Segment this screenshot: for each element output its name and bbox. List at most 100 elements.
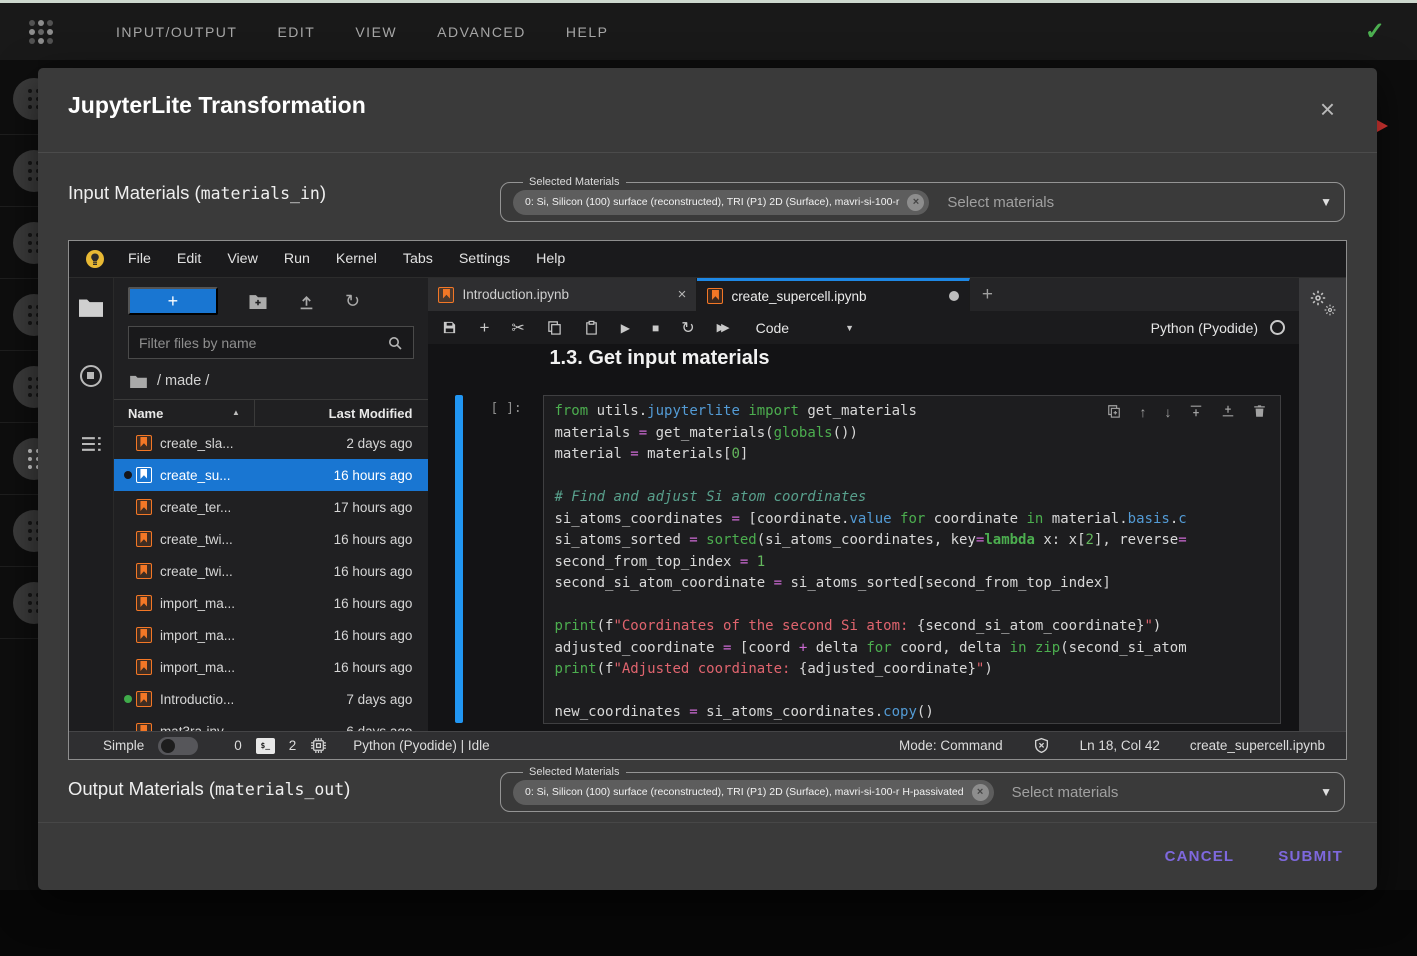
terminal-icon[interactable]: $_ — [256, 738, 275, 754]
new-launcher-button[interactable]: + — [128, 287, 218, 315]
column-last-modified[interactable]: Last Modified — [329, 406, 413, 421]
output-material-chip[interactable]: 0: Si, Silicon (100) surface (reconstruc… — [513, 780, 994, 805]
refresh-icon[interactable]: ↻ — [345, 291, 360, 312]
delete-cell-icon[interactable] — [1253, 404, 1266, 420]
app-menu-input-output[interactable]: INPUT/OUTPUT — [116, 24, 237, 40]
file-row[interactable]: Introductio...7 days ago — [114, 683, 429, 715]
run-cell-icon[interactable]: ▶ — [621, 321, 630, 335]
chip-remove-icon[interactable]: × — [972, 784, 989, 801]
close-icon[interactable]: × — [1320, 96, 1335, 122]
move-cell-up-icon[interactable]: ↑ — [1139, 404, 1146, 420]
submit-button[interactable]: SUBMIT — [1278, 848, 1343, 865]
file-name: create_twi... — [160, 564, 233, 579]
active-cell-indicator[interactable] — [455, 395, 463, 723]
paste-icon[interactable] — [584, 320, 599, 335]
filter-files-input[interactable]: Filter files by name — [128, 326, 415, 359]
dropdown-arrow-icon[interactable]: ▼ — [1320, 195, 1332, 209]
file-name: import_ma... — [160, 628, 235, 643]
file-modified: 7 days ago — [346, 692, 428, 707]
jupyter-menu-settings[interactable]: Settings — [446, 251, 523, 267]
output-selected-materials-field: Selected Materials 0: Si, Silicon (100) … — [500, 766, 1345, 812]
sort-ascending-icon[interactable]: ▲ — [232, 408, 240, 417]
restart-run-all-icon[interactable]: ▶▶ — [717, 321, 730, 334]
jupyter-menu-tabs[interactable]: Tabs — [390, 251, 446, 267]
jupyter-menu-run[interactable]: Run — [271, 251, 323, 267]
app-menu-help[interactable]: HELP — [566, 24, 609, 40]
cell-prompt: [ ]: — [490, 401, 521, 416]
interrupt-kernel-icon[interactable]: ■ — [652, 321, 659, 335]
property-inspector-gear-icon[interactable] — [1310, 290, 1336, 316]
output-select-materials-input[interactable]: Select materials — [1012, 784, 1119, 801]
jupyter-menu-view[interactable]: View — [214, 251, 271, 267]
add-cell-icon[interactable]: + — [479, 318, 489, 338]
new-tab-button[interactable]: + — [970, 278, 1004, 311]
insert-cell-above-icon[interactable] — [1189, 404, 1203, 420]
notebook-panel: Introduction.ipynb × create_supercell.ip… — [428, 278, 1299, 733]
running-kernels-icon[interactable] — [80, 365, 102, 387]
jupyter-menu-kernel[interactable]: Kernel — [323, 251, 390, 267]
file-row[interactable]: create_ter...17 hours ago — [114, 491, 429, 523]
code-cell[interactable]: from utils.jupyterlite import get_materi… — [543, 395, 1281, 724]
kernel-status-text[interactable]: Python (Pyodide) | Idle — [353, 738, 489, 753]
file-row[interactable]: create_twi...16 hours ago — [114, 555, 429, 587]
cut-icon[interactable]: ✂ — [511, 318, 524, 338]
cell-type-select[interactable]: Code — [756, 320, 789, 336]
file-row[interactable]: create_sla...2 days ago — [114, 427, 429, 459]
input-material-chip[interactable]: 0: Si, Silicon (100) surface (reconstruc… — [513, 190, 929, 215]
jupyter-menu-file[interactable]: File — [115, 251, 164, 267]
file-name: import_ma... — [160, 596, 235, 611]
cursor-position[interactable]: Ln 18, Col 42 — [1080, 738, 1160, 753]
breadcrumb-path: / made / — [157, 373, 209, 389]
kernels-count: 2 — [289, 738, 297, 753]
cancel-button[interactable]: CANCEL — [1165, 848, 1235, 865]
table-of-contents-icon[interactable] — [80, 435, 102, 453]
kernel-name[interactable]: Python (Pyodide) — [1151, 320, 1258, 336]
new-folder-icon[interactable] — [248, 293, 268, 310]
insert-cell-below-icon[interactable] — [1221, 404, 1235, 420]
file-row[interactable]: import_ma...16 hours ago — [114, 651, 429, 683]
app-menu-view[interactable]: VIEW — [355, 24, 397, 40]
move-cell-down-icon[interactable]: ↓ — [1164, 404, 1171, 420]
notebook-file-icon — [136, 627, 152, 643]
app-menu-edit[interactable]: EDIT — [277, 24, 315, 40]
jupyter-menu-help[interactable]: Help — [523, 251, 578, 267]
jupyter-activity-bar — [69, 278, 114, 733]
copy-icon[interactable] — [547, 320, 562, 335]
kernel-status-icon[interactable] — [1270, 320, 1285, 335]
restart-kernel-icon[interactable]: ↻ — [681, 318, 694, 338]
file-browser-icon[interactable] — [79, 298, 103, 317]
save-icon[interactable] — [442, 320, 457, 335]
tab-label: create_supercell.ipynb — [731, 289, 866, 304]
rail-divider — [0, 134, 38, 135]
dropdown-arrow-icon[interactable]: ▼ — [1320, 785, 1332, 799]
status-filename[interactable]: create_supercell.ipynb — [1190, 738, 1325, 753]
breadcrumb[interactable]: / made / — [114, 363, 429, 399]
column-name[interactable]: Name — [128, 406, 163, 421]
tab-introduction[interactable]: Introduction.ipynb × — [428, 278, 697, 311]
tab-create-supercell[interactable]: create_supercell.ipynb — [697, 278, 970, 311]
upload-icon[interactable] — [298, 293, 315, 310]
app-menu-advanced[interactable]: ADVANCED — [437, 24, 526, 40]
rail-divider — [0, 638, 38, 639]
file-row[interactable]: import_ma...16 hours ago — [114, 587, 429, 619]
check-icon[interactable]: ✓ — [1365, 17, 1385, 46]
duplicate-cell-icon[interactable] — [1107, 404, 1121, 420]
simple-mode-toggle[interactable] — [158, 737, 198, 755]
notebook-content: 1.3. Get input materials [ ]: from utils… — [428, 344, 1299, 733]
code-editor[interactable]: from utils.jupyterlite import get_materi… — [544, 396, 1280, 724]
input-select-materials-input[interactable]: Select materials — [947, 194, 1054, 211]
trust-shield-icon[interactable] — [1033, 737, 1050, 754]
file-modified: 16 hours ago — [334, 532, 429, 547]
file-row[interactable]: create_su...16 hours ago — [114, 459, 429, 491]
notebook-file-icon — [136, 595, 152, 611]
file-row[interactable]: create_twi...16 hours ago — [114, 523, 429, 555]
input-label-code: materials_in — [201, 184, 320, 203]
mode-indicator[interactable]: Mode: Command — [899, 738, 1003, 753]
rail-divider — [0, 494, 38, 495]
file-row[interactable]: import_ma...16 hours ago — [114, 619, 429, 651]
jupyter-main: + ↻ Filter files by name — [69, 278, 1346, 733]
jupyter-menu-edit[interactable]: Edit — [164, 251, 214, 267]
tab-close-icon[interactable]: × — [678, 286, 687, 303]
chip-remove-icon[interactable]: × — [907, 194, 924, 211]
cpu-icon[interactable] — [310, 737, 327, 754]
